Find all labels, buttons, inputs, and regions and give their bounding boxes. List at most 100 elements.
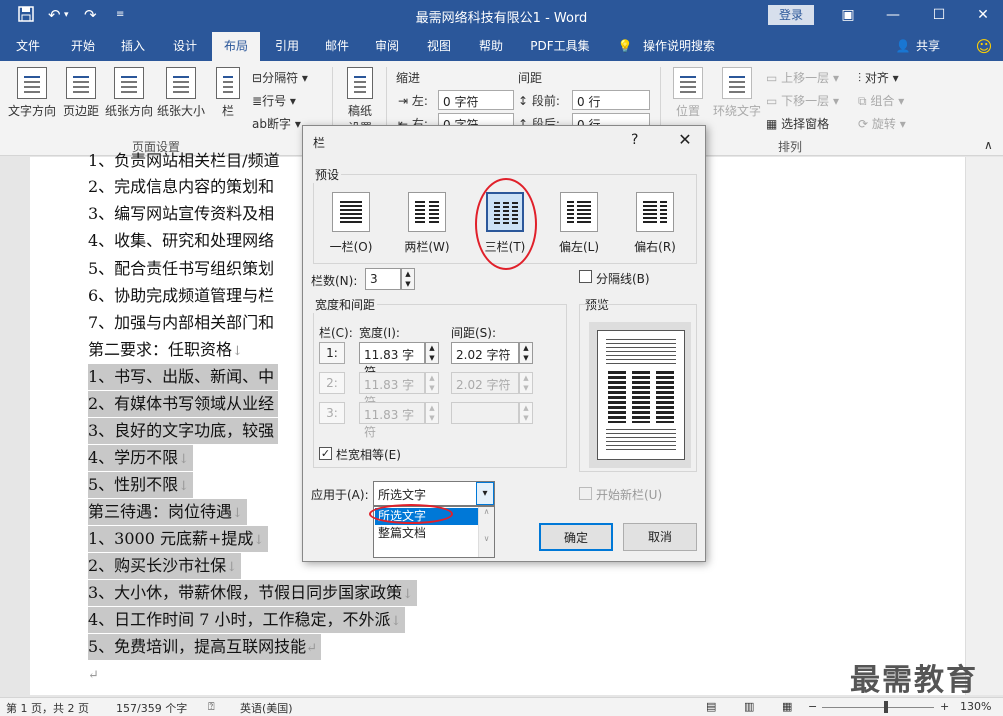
wrap-text-label: 环绕文字	[712, 104, 761, 118]
close-icon[interactable]: ✕	[968, 4, 998, 26]
spacing-before-input[interactable]: 0 行	[572, 90, 650, 110]
chevron-down-icon[interactable]: ▾	[476, 482, 494, 505]
maximize-icon[interactable]: ☐	[924, 4, 954, 26]
col-1-width-spinner[interactable]: ▲ ▼	[425, 342, 439, 364]
login-button[interactable]: 登录	[768, 5, 814, 25]
preset-left[interactable]: 偏左(L)	[549, 192, 609, 255]
col-3-width-input[interactable]: 11.83 字符	[359, 402, 425, 439]
preview-page	[597, 330, 685, 460]
col-1-spacing-input[interactable]: 2.02 字符	[451, 342, 519, 364]
paragraph-mark-icon: ↓	[226, 560, 238, 575]
num-cols-spinner[interactable]: ▲ ▼	[401, 268, 415, 290]
line-between-checkbox[interactable]	[579, 270, 592, 283]
print-layout-icon[interactable]: ▥	[744, 700, 754, 713]
orientation-icon	[114, 67, 144, 99]
smiley-icon[interactable]: ☺	[972, 32, 996, 61]
tab-view[interactable]: 视图	[416, 32, 462, 61]
bring-forward-button[interactable]: ▭ 上移一层 ▾	[766, 69, 839, 86]
send-backward-button[interactable]: ▭ 下移一层 ▾	[766, 92, 839, 109]
ribbon-display-icon[interactable]: ▣	[833, 4, 863, 26]
col-3-spacing-input[interactable]	[451, 402, 519, 424]
list-scrollbar[interactable]: ∧ ∨	[478, 507, 494, 557]
share-button[interactable]: 共享	[912, 32, 944, 61]
tab-references[interactable]: 引用	[264, 32, 310, 61]
col-3-width-spinner[interactable]: ▲ ▼	[425, 402, 439, 424]
doc-line: 7、加强与内部相关部门和	[88, 310, 274, 336]
ok-button[interactable]: 确定	[539, 523, 613, 551]
equal-width-checkbox[interactable]: ✓	[319, 447, 332, 460]
collapse-ribbon-icon[interactable]: ∧	[984, 138, 993, 152]
line-numbers-button[interactable]: ≣行号 ▾	[252, 92, 296, 109]
new-column-checkbox[interactable]	[579, 487, 592, 500]
rotate-button[interactable]: ⟳ 旋转 ▾	[858, 115, 906, 132]
proofing-icon[interactable]: ⍰	[208, 700, 215, 714]
vertical-scrollbar[interactable]	[965, 157, 1003, 695]
col-2-width-spinner[interactable]: ▲ ▼	[425, 372, 439, 394]
spacing-label: 间距	[518, 71, 543, 85]
doc-line: 第二要求：任职资格↓	[88, 337, 243, 363]
zoom-level[interactable]: 130%	[960, 700, 991, 713]
read-mode-icon[interactable]: ▤	[706, 700, 716, 713]
apply-to-dropdown[interactable]: 所选文字 ▾	[373, 481, 495, 506]
col-2-spacing-spinner[interactable]: ▲ ▼	[519, 372, 533, 394]
close-icon[interactable]: ✕	[673, 128, 697, 152]
web-layout-icon[interactable]: ▦	[782, 700, 792, 713]
position-button[interactable]: 位置	[668, 67, 708, 119]
zoom-slider-thumb[interactable]	[884, 701, 888, 713]
zoom-in-icon[interactable]: +	[940, 700, 949, 713]
apply-option-whole-document[interactable]: 整篇文档	[375, 525, 479, 542]
doc-line-text: 4、日工作时间 7 小时，工作稳定，不外派	[88, 610, 391, 629]
doc-line-text: 1、书写、出版、新闻、中	[88, 367, 275, 386]
page-count[interactable]: 第 1 页，共 2 页	[6, 700, 89, 716]
doc-line-text: 3、良好的文字功底，较强	[88, 421, 275, 440]
right-column-icon	[636, 192, 674, 232]
minimize-icon[interactable]: —	[878, 4, 908, 26]
orientation-button[interactable]: 纸张方向	[103, 67, 155, 119]
size-button[interactable]: 纸张大小	[155, 67, 207, 119]
columns-button[interactable]: 栏	[212, 67, 244, 119]
align-button[interactable]: ⫶ 对齐 ▾	[858, 69, 899, 86]
preset-right[interactable]: 偏右(R)	[625, 192, 685, 255]
tab-help[interactable]: 帮助	[468, 32, 514, 61]
tab-mailings[interactable]: 邮件	[314, 32, 360, 61]
tab-review[interactable]: 审阅	[364, 32, 410, 61]
indent-label: 缩进	[396, 71, 421, 85]
col-3-spacing-spinner[interactable]: ▲ ▼	[519, 402, 533, 424]
col-1-spacing-spinner[interactable]: ▲ ▼	[519, 342, 533, 364]
doc-line-text: 5、免费培训，提高互联网技能	[88, 637, 307, 656]
tab-layout[interactable]: 布局	[212, 32, 260, 61]
word-count[interactable]: 157/359 个字	[116, 700, 187, 716]
text-direction-button[interactable]: 文字方向	[6, 67, 58, 119]
tab-pdf-tools[interactable]: PDF工具集	[524, 32, 596, 61]
doc-line-text: 6、协助完成频道管理与栏	[88, 286, 275, 305]
indent-left-input[interactable]: 0 字符	[438, 90, 514, 110]
tab-insert[interactable]: 插入	[110, 32, 156, 61]
preset-one[interactable]: 一栏(O)	[321, 192, 381, 255]
preview-column	[656, 371, 674, 423]
doc-line: 3、编写网站宣传资料及相	[88, 201, 274, 227]
tab-file[interactable]: 文件	[8, 32, 48, 61]
zoom-out-icon[interactable]: −	[808, 700, 817, 713]
group-button[interactable]: ⧉ 组合 ▾	[858, 92, 904, 109]
tell-me-search[interactable]: 操作说明搜索	[638, 32, 720, 61]
col-2-spacing-input[interactable]: 2.02 字符	[451, 372, 519, 394]
paragraph-mark-icon: ↓	[178, 452, 190, 467]
preset-label: 偏左(L)	[558, 240, 600, 254]
col-2-width-input[interactable]: 11.83 字符	[359, 372, 425, 409]
zoom-slider[interactable]	[822, 707, 934, 708]
preview-line	[606, 363, 676, 364]
tab-design[interactable]: 设计	[162, 32, 208, 61]
help-icon[interactable]: ?	[631, 132, 638, 148]
language[interactable]: 英语(美国)	[240, 700, 293, 716]
wrap-text-button[interactable]: 环绕文字	[710, 67, 764, 119]
arrange-group-label: 排列	[778, 140, 803, 154]
selection-pane-button[interactable]: ▦ 选择窗格	[766, 115, 829, 132]
tab-home[interactable]: 开始	[60, 32, 106, 61]
col-1-width-input[interactable]: 11.83 字符	[359, 342, 425, 379]
margins-button[interactable]: 页边距	[60, 67, 102, 119]
preset-two[interactable]: 两栏(W)	[397, 192, 457, 255]
cancel-button[interactable]: 取消	[623, 523, 697, 551]
num-cols-input[interactable]: 3	[365, 268, 401, 290]
breaks-button[interactable]: ⊟分隔符 ▾	[252, 69, 308, 86]
hyphenation-button[interactable]: ab断字 ▾	[252, 115, 301, 132]
